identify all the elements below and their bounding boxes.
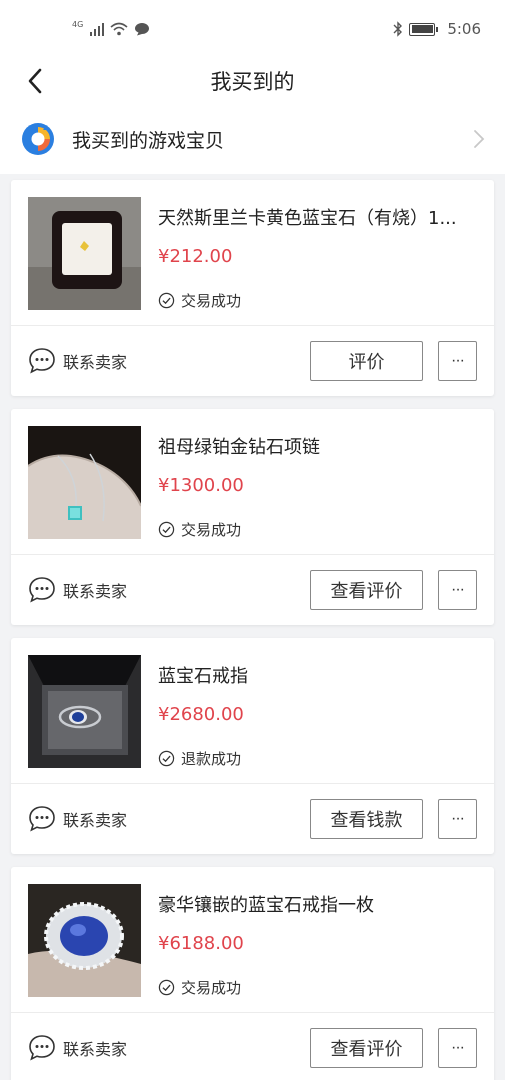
order-status-label: 交易成功 bbox=[181, 979, 242, 997]
network-type: 4G bbox=[72, 20, 84, 29]
product-thumbnail bbox=[28, 884, 141, 997]
more-options-button[interactable]: ··· bbox=[438, 341, 477, 381]
order-status-label: 交易成功 bbox=[181, 521, 242, 539]
message-icon bbox=[135, 23, 150, 36]
bluetooth-icon bbox=[393, 21, 403, 37]
product-price: ¥212.00 bbox=[158, 246, 233, 267]
product-thumbnail bbox=[28, 426, 141, 539]
wifi-icon bbox=[110, 22, 128, 36]
status-left: 4G bbox=[72, 20, 150, 36]
game-items-entry[interactable]: 我买到的游戏宝贝 bbox=[0, 104, 505, 174]
nav-bar: 我买到的 bbox=[0, 58, 505, 104]
order-status: 交易成功 bbox=[158, 977, 241, 998]
product-price: ¥1300.00 bbox=[158, 475, 244, 496]
contact-seller-button[interactable]: 联系卖家 bbox=[27, 804, 127, 834]
signal-icon bbox=[90, 22, 105, 36]
battery-icon bbox=[409, 22, 439, 36]
order-actions: 联系卖家 查看评价 ··· bbox=[11, 555, 494, 625]
order-card[interactable]: 豪华镶嵌的蓝宝石戒指一枚 ¥6188.00 交易成功 联系卖家 查看评价 ··· bbox=[11, 867, 494, 1080]
order-summary[interactable]: 豪华镶嵌的蓝宝石戒指一枚 ¥6188.00 交易成功 bbox=[11, 867, 494, 1013]
more-options-button[interactable]: ··· bbox=[438, 570, 477, 610]
more-options-button[interactable]: ··· bbox=[438, 1028, 477, 1068]
order-status: 退款成功 bbox=[158, 748, 241, 769]
order-status-label: 交易成功 bbox=[181, 292, 242, 310]
status-bar: 4G 5:06 bbox=[0, 0, 505, 58]
back-button[interactable] bbox=[20, 66, 50, 96]
order-summary[interactable]: 祖母绿铂金钻石项链 ¥1300.00 交易成功 bbox=[11, 409, 494, 555]
product-title[interactable]: 祖母绿铂金钻石项链 bbox=[158, 433, 478, 459]
product-price: ¥2680.00 bbox=[158, 704, 244, 725]
order-status-label: 退款成功 bbox=[181, 750, 242, 768]
product-title[interactable]: 蓝宝石戒指 bbox=[158, 662, 478, 688]
order-card[interactable]: 天然斯里兰卡黄色蓝宝石（有烧）1... ¥212.00 交易成功 联系卖家 评价… bbox=[11, 180, 494, 396]
chat-bubble-icon bbox=[29, 577, 55, 603]
review-button[interactable]: 评价 bbox=[310, 341, 423, 381]
order-summary[interactable]: 天然斯里兰卡黄色蓝宝石（有烧）1... ¥212.00 交易成功 bbox=[11, 180, 494, 326]
page: 4G 5:06 我买到的 我买到的游戏宝贝 天然斯里兰卡黄色蓝宝石（有烧）1..… bbox=[0, 0, 505, 1080]
order-card[interactable]: 蓝宝石戒指 ¥2680.00 退款成功 联系卖家 查看钱款 ··· bbox=[11, 638, 494, 854]
chat-bubble-icon bbox=[29, 1035, 55, 1061]
product-thumbnail bbox=[28, 197, 141, 310]
contact-seller-button[interactable]: 联系卖家 bbox=[27, 575, 127, 605]
check-circle-icon bbox=[158, 292, 175, 309]
contact-seller-label: 联系卖家 bbox=[63, 353, 128, 372]
contact-seller-label: 联系卖家 bbox=[63, 1040, 128, 1059]
contact-seller-label: 联系卖家 bbox=[63, 811, 128, 830]
product-title[interactable]: 天然斯里兰卡黄色蓝宝石（有烧）1... bbox=[158, 204, 478, 230]
order-card[interactable]: 祖母绿铂金钻石项链 ¥1300.00 交易成功 联系卖家 查看评价 ··· bbox=[11, 409, 494, 625]
product-thumbnail bbox=[28, 655, 141, 768]
chat-bubble-icon bbox=[29, 806, 55, 832]
game-items-label: 我买到的游戏宝贝 bbox=[72, 129, 225, 152]
contact-seller-label: 联系卖家 bbox=[63, 582, 128, 601]
clock: 5:06 bbox=[447, 20, 481, 38]
view-review-button[interactable]: 查看评价 bbox=[310, 570, 423, 610]
order-status: 交易成功 bbox=[158, 519, 241, 540]
check-circle-icon bbox=[158, 979, 175, 996]
order-summary[interactable]: 蓝宝石戒指 ¥2680.00 退款成功 bbox=[11, 638, 494, 784]
more-options-button[interactable]: ··· bbox=[438, 799, 477, 839]
product-price: ¥6188.00 bbox=[158, 933, 244, 954]
order-actions: 联系卖家 查看评价 ··· bbox=[11, 1013, 494, 1080]
status-right: 5:06 bbox=[393, 20, 481, 38]
chevron-right-icon bbox=[474, 130, 485, 148]
product-title[interactable]: 豪华镶嵌的蓝宝石戒指一枚 bbox=[158, 891, 478, 917]
chevron-left-icon bbox=[28, 68, 42, 94]
contact-seller-button[interactable]: 联系卖家 bbox=[27, 346, 127, 376]
game-logo-icon bbox=[22, 123, 54, 155]
page-title: 我买到的 bbox=[210, 70, 295, 94]
view-review-button[interactable]: 查看评价 bbox=[310, 1028, 423, 1068]
view-refund-button[interactable]: 查看钱款 bbox=[310, 799, 423, 839]
chat-bubble-icon bbox=[29, 348, 55, 374]
order-actions: 联系卖家 评价 ··· bbox=[11, 326, 494, 396]
check-circle-icon bbox=[158, 750, 175, 767]
contact-seller-button[interactable]: 联系卖家 bbox=[27, 1033, 127, 1063]
order-status: 交易成功 bbox=[158, 290, 241, 311]
check-circle-icon bbox=[158, 521, 175, 538]
order-actions: 联系卖家 查看钱款 ··· bbox=[11, 784, 494, 854]
